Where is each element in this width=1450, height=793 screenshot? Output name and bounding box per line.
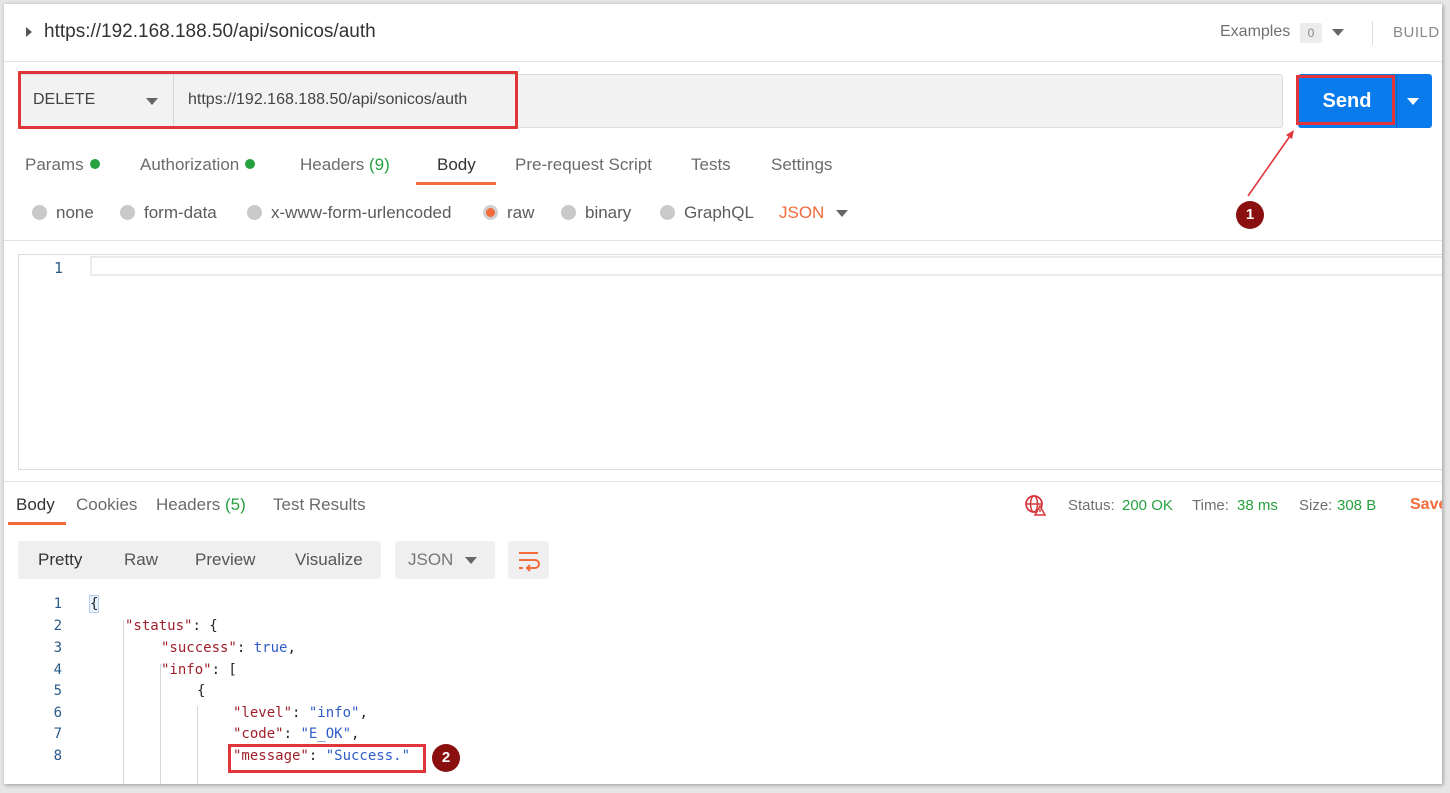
- annotation-badge-2: 2: [432, 744, 460, 772]
- annotation-arrow: [1247, 130, 1294, 197]
- postman-window: https://192.168.188.50/api/sonicos/auth …: [4, 4, 1442, 784]
- annotation-badge-1: 1: [1236, 201, 1264, 229]
